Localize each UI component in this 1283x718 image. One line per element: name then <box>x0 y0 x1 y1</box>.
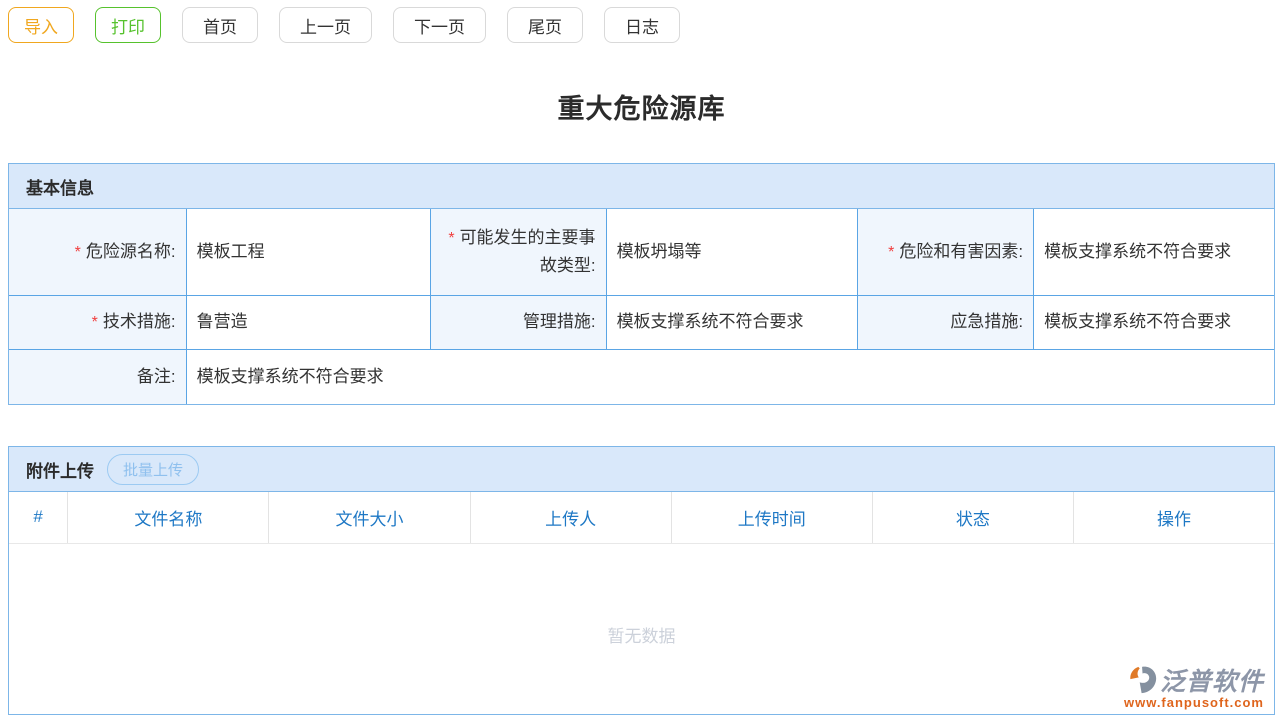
table-row: 备注: 模板支撑系统不符合要求 <box>9 349 1274 404</box>
column-header-file-size: 文件大小 <box>269 492 470 543</box>
column-header-upload-time: 上传时间 <box>671 492 872 543</box>
table-row: *危险源名称: 模板工程 *可能发生的主要事故类型: 模板坍塌等 *危险和有害因… <box>9 209 1274 295</box>
next-page-button[interactable]: 下一页 <box>393 7 486 43</box>
field-label: *技术措施: <box>9 295 186 349</box>
field-label: 管理措施: <box>430 295 606 349</box>
brand-url: www.fanpusoft.com <box>1124 695 1264 710</box>
brand-watermark: 泛普软件 www.fanpusoft.com <box>1124 662 1264 710</box>
toolbar: 导入 打印 首页 上一页 下一页 尾页 日志 <box>0 0 1283 43</box>
required-asterisk: * <box>75 244 81 261</box>
field-value: 模板支撑系统不符合要求 <box>186 349 1274 404</box>
field-label: *危险和有害因素: <box>858 209 1034 295</box>
field-label: 备注: <box>9 349 186 404</box>
basic-info-title: 基本信息 <box>26 174 94 199</box>
basic-info-section: 基本信息 *危险源名称: 模板工程 *可能发生的主要事故类型: 模板坍塌等 *危… <box>8 163 1275 405</box>
field-label: *危险源名称: <box>9 209 186 295</box>
required-asterisk: * <box>448 230 454 247</box>
first-page-button[interactable]: 首页 <box>182 7 258 43</box>
column-header-actions: 操作 <box>1073 492 1274 543</box>
attachments-table-header-row: # 文件名称 文件大小 上传人 上传时间 状态 操作 <box>9 492 1274 543</box>
field-value: 鲁营造 <box>186 295 430 349</box>
log-button[interactable]: 日志 <box>604 7 680 43</box>
column-header-file-name: 文件名称 <box>68 492 269 543</box>
column-header-status: 状态 <box>872 492 1073 543</box>
field-value: 模板坍塌等 <box>606 209 858 295</box>
basic-info-header: 基本信息 <box>9 164 1274 209</box>
brand-name: 泛普软件 <box>1160 662 1264 698</box>
field-value: 模板支撑系统不符合要求 <box>1034 295 1274 349</box>
page-title: 重大危险源库 <box>0 87 1283 126</box>
attachments-table: # 文件名称 文件大小 上传人 上传时间 状态 操作 <box>9 492 1274 544</box>
table-row: *技术措施: 鲁营造 管理措施: 模板支撑系统不符合要求 应急措施: 模板支撑系… <box>9 295 1274 349</box>
field-label: *可能发生的主要事故类型: <box>430 209 606 295</box>
batch-upload-button[interactable]: 批量上传 <box>107 454 199 485</box>
attachments-header: 附件上传 批量上传 <box>9 447 1274 492</box>
field-value: 模板支撑系统不符合要求 <box>606 295 858 349</box>
required-asterisk: * <box>92 314 98 331</box>
print-button[interactable]: 打印 <box>95 7 161 43</box>
field-value: 模板支撑系统不符合要求 <box>1034 209 1274 295</box>
basic-info-table: *危险源名称: 模板工程 *可能发生的主要事故类型: 模板坍塌等 *危险和有害因… <box>9 209 1274 404</box>
brand-logo-icon <box>1128 665 1158 695</box>
column-header-index: # <box>9 492 68 543</box>
column-header-uploader: 上传人 <box>470 492 671 543</box>
field-value: 模板工程 <box>186 209 430 295</box>
attachments-section: 附件上传 批量上传 # 文件名称 文件大小 上传人 上传时间 状态 操作 暂无数… <box>8 446 1275 715</box>
field-label: 应急措施: <box>858 295 1034 349</box>
import-button[interactable]: 导入 <box>8 7 74 43</box>
empty-state-text: 暂无数据 <box>9 622 1274 647</box>
attachments-title: 附件上传 <box>26 457 94 482</box>
prev-page-button[interactable]: 上一页 <box>279 7 372 43</box>
required-asterisk: * <box>888 244 894 261</box>
attachments-empty-body: 暂无数据 泛普软件 www.fanpusoft.com <box>9 544 1274 714</box>
last-page-button[interactable]: 尾页 <box>507 7 583 43</box>
